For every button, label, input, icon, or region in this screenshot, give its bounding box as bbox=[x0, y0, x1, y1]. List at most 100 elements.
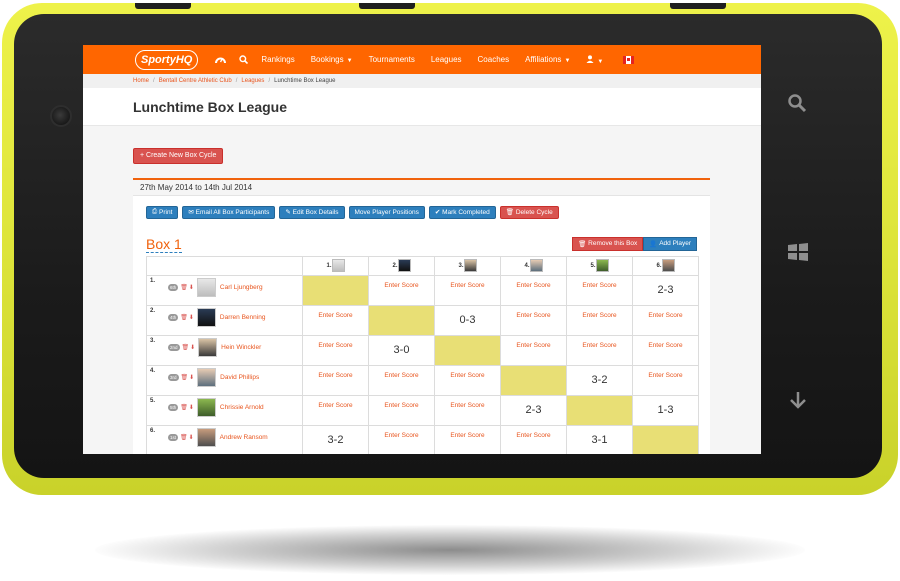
avatar bbox=[196, 308, 216, 327]
self-match-cell bbox=[500, 364, 567, 396]
print-button[interactable]: ⎙ Print bbox=[146, 205, 179, 219]
search-hw-icon[interactable] bbox=[787, 93, 807, 117]
enter-score-link[interactable]: Enter Score bbox=[303, 372, 368, 389]
delete-cycle-button[interactable]: 🗑 Delete Cycle bbox=[499, 205, 559, 219]
enter-score-link[interactable]: Enter Score bbox=[435, 372, 500, 389]
enter-score-link[interactable]: Enter Score bbox=[501, 282, 566, 299]
trash-icon[interactable]: 🗑 bbox=[180, 434, 188, 441]
cycle-panel: 27th May 2014 to 14th Jul 2014 ⎙ Print ✉… bbox=[133, 177, 710, 454]
canada-flag-icon[interactable] bbox=[623, 55, 635, 64]
enter-score-link[interactable]: Enter Score bbox=[633, 342, 698, 359]
player-name-link[interactable]: Carl Ljungberg bbox=[220, 284, 263, 291]
avatar bbox=[397, 259, 411, 272]
nav-bookings[interactable]: Bookings ▼ bbox=[311, 55, 353, 64]
logo[interactable]: SportyHQ bbox=[135, 49, 199, 70]
chevron-down-icon: ▼ bbox=[346, 58, 353, 64]
ranking-badge: 4th bbox=[168, 314, 179, 321]
score-cell: Enter Score bbox=[566, 334, 633, 366]
add-player-button[interactable]: 👤 Add Player bbox=[643, 236, 697, 251]
remove-box-button[interactable]: 🗑 Remove this Box bbox=[572, 236, 644, 251]
user-menu[interactable]: ▼ bbox=[586, 54, 603, 65]
enter-score-link[interactable]: Enter Score bbox=[369, 402, 434, 419]
match-score: 2-3 bbox=[657, 284, 674, 296]
enter-score-link[interactable]: Enter Score bbox=[369, 372, 434, 389]
nav-leagues[interactable]: Leagues bbox=[431, 55, 462, 64]
nav-coaches[interactable]: Coaches bbox=[478, 55, 510, 64]
user-icon: 👤 bbox=[649, 240, 660, 248]
table-header-row: 1. 2. 3. 4. 5. 6. bbox=[146, 255, 699, 276]
box-buttons: 🗑 Remove this Box 👤 Add Player bbox=[572, 236, 697, 251]
mark-completed-button[interactable]: ✔ Mark Completed bbox=[428, 205, 496, 219]
search-icon[interactable] bbox=[239, 55, 249, 64]
nav-rankings[interactable]: Rankings bbox=[261, 55, 294, 64]
edit-box-details-button[interactable]: ✎ Edit Box Details bbox=[279, 205, 345, 219]
trash-icon: 🗑 bbox=[578, 240, 589, 248]
enter-score-link[interactable]: Enter Score bbox=[303, 312, 368, 329]
trash-icon[interactable]: 🗑 bbox=[180, 314, 188, 321]
breadcrumb-leagues[interactable]: Leagues bbox=[241, 78, 264, 84]
score-cell: 1-3 bbox=[632, 394, 699, 426]
avatar bbox=[661, 259, 675, 272]
enter-score-link[interactable]: Enter Score bbox=[435, 282, 500, 299]
player-name-link[interactable]: Darren Benning bbox=[220, 314, 266, 321]
arrow-down-icon[interactable]: ⬇ bbox=[190, 344, 195, 351]
check-icon: ✔ bbox=[434, 209, 443, 216]
player-name-link[interactable]: Andrew Ransom bbox=[220, 434, 268, 441]
create-box-cycle-button[interactable]: + Create New Box Cycle bbox=[133, 147, 224, 164]
trash-icon[interactable]: 🗑 bbox=[180, 284, 188, 291]
enter-score-link[interactable]: Enter Score bbox=[369, 282, 434, 299]
row-rank: 4. bbox=[150, 368, 156, 374]
enter-score-link[interactable]: Enter Score bbox=[567, 282, 632, 299]
player-name-link[interactable]: Chrissie Arnold bbox=[220, 404, 264, 411]
score-cell: Enter Score bbox=[500, 334, 567, 366]
player-cell: 3. 2nd 🗑 ⬇ Hein Winckler bbox=[146, 334, 303, 366]
enter-score-link[interactable]: Enter Score bbox=[501, 342, 566, 359]
arrow-down-icon[interactable]: ⬇ bbox=[189, 404, 194, 411]
table-row: 1. 6th 🗑 ⬇ Carl Ljungberg Enter Score Enter Sc… bbox=[146, 274, 699, 306]
email-participants-button[interactable]: ✉ Email All Box Participants bbox=[182, 205, 276, 219]
player-cell: 5. 5th 🗑 ⬇ Chrissie Arnold bbox=[146, 394, 303, 426]
add-player-label: Add Player bbox=[659, 240, 691, 247]
box-score-table: 1. 2. 3. 4. 5. 6. 1. 6th 🗑 ⬇ Carl Ljungberg E… bbox=[146, 255, 699, 454]
enter-score-link[interactable]: Enter Score bbox=[435, 432, 500, 449]
dashboard-icon[interactable] bbox=[215, 55, 227, 64]
top-navbar: SportyHQ Rankings Bookings ▼ Tournaments … bbox=[83, 45, 761, 74]
user-icon bbox=[586, 54, 594, 63]
nav-tournaments[interactable]: Tournaments bbox=[369, 55, 415, 64]
score-cell: Enter Score bbox=[302, 304, 369, 336]
score-cell: Enter Score bbox=[434, 364, 501, 396]
enter-score-link[interactable]: Enter Score bbox=[501, 312, 566, 329]
player-name-link[interactable]: David Phillips bbox=[220, 374, 259, 381]
enter-score-link[interactable]: Enter Score bbox=[303, 342, 368, 359]
trash-icon[interactable]: 🗑 bbox=[181, 374, 189, 381]
back-arrow-icon[interactable] bbox=[789, 390, 807, 414]
breadcrumb-club[interactable]: Bentall Centre Athletic Club bbox=[159, 78, 232, 84]
arrow-down-icon[interactable]: ⬇ bbox=[189, 374, 194, 381]
score-cell: Enter Score bbox=[434, 274, 501, 306]
match-score: 3-1 bbox=[591, 434, 608, 446]
breadcrumb-home[interactable]: Home bbox=[133, 78, 149, 84]
score-cell: Enter Score bbox=[302, 364, 369, 396]
trash-icon[interactable]: 🗑 bbox=[180, 404, 188, 411]
avatar bbox=[196, 398, 216, 417]
move-player-positions-button[interactable]: Move Player Positions bbox=[348, 205, 425, 219]
enter-score-link[interactable]: Enter Score bbox=[303, 402, 368, 419]
enter-score-link[interactable]: Enter Score bbox=[567, 312, 632, 329]
breadcrumb: Home / Bentall Centre Athletic Club / Leag… bbox=[83, 74, 761, 88]
arrow-down-icon[interactable]: ⬇ bbox=[189, 284, 194, 291]
arrow-down-icon[interactable]: ⬇ bbox=[189, 434, 194, 441]
enter-score-link[interactable]: Enter Score bbox=[567, 342, 632, 359]
windows-icon[interactable] bbox=[787, 241, 809, 267]
enter-score-link[interactable]: Enter Score bbox=[369, 432, 434, 449]
enter-score-link[interactable]: Enter Score bbox=[501, 432, 566, 449]
enter-score-link[interactable]: Enter Score bbox=[633, 312, 698, 329]
mark-completed-label: Mark Completed bbox=[442, 208, 490, 216]
trash-icon[interactable]: 🗑 bbox=[182, 344, 190, 351]
player-name-link[interactable]: Hein Winckler bbox=[221, 344, 261, 351]
arrow-down-icon[interactable]: ⬇ bbox=[189, 314, 194, 321]
enter-score-link[interactable]: Enter Score bbox=[633, 372, 698, 389]
nav-affiliations[interactable]: Affiliations ▼ bbox=[525, 55, 570, 64]
box-title[interactable]: Box 1 bbox=[146, 236, 182, 253]
enter-score-link[interactable]: Enter Score bbox=[435, 402, 500, 419]
score-cell: Enter Score bbox=[368, 394, 435, 426]
